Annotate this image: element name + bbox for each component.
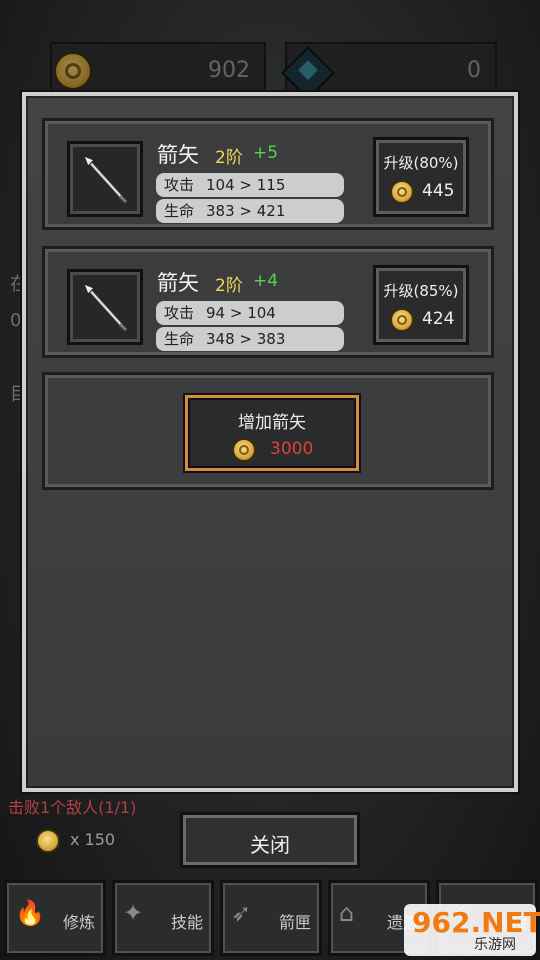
stat-label: 攻击: [164, 304, 195, 322]
reward-coin-icon: [36, 829, 60, 853]
skill-icon: ✦: [123, 899, 144, 927]
nav-quiver[interactable]: ➶ 箭匣: [220, 880, 322, 956]
add-arrow-label: 增加箭矢: [238, 413, 306, 433]
stat-label: 生命: [164, 202, 195, 220]
watermark-subtitle: 乐游网: [474, 937, 516, 953]
item-plus-level: +4: [253, 271, 279, 291]
stat-label: 生命: [164, 330, 195, 348]
site-watermark: 962.NET 乐游网: [404, 904, 540, 956]
stat-value: 104 > 115: [206, 176, 286, 194]
relic-icon: ⌂: [339, 899, 355, 927]
item-name: 箭矢: [157, 271, 199, 295]
arrow-card-2: 箭矢 2阶 +4 攻击 94 > 104 生命 348 > 383 升级(85%) …: [42, 246, 494, 358]
close-label: 关闭: [250, 833, 290, 857]
nav-label: 修炼: [62, 913, 95, 932]
item-tier: 2阶: [215, 148, 243, 168]
close-button[interactable]: 关闭: [180, 812, 360, 868]
add-arrow-button[interactable]: 增加箭矢 3000: [185, 395, 359, 471]
quest-reward: x 150: [70, 830, 116, 849]
attack-stat: 攻击 94 > 104: [156, 301, 344, 325]
coin-icon: [390, 180, 414, 204]
coin-icon: [232, 438, 256, 462]
stat-label: 攻击: [164, 176, 195, 194]
upgrade-label: 升级(85%): [383, 282, 459, 300]
item-tier: 2阶: [215, 276, 243, 296]
upgrade-label: 升级(80%): [383, 154, 459, 172]
item-plus-level: +5: [253, 143, 279, 163]
attack-stat: 攻击 104 > 115: [156, 173, 344, 197]
nav-label: 箭匣: [278, 913, 311, 932]
stat-value: 383 > 421: [206, 202, 286, 220]
nav-cultivate[interactable]: 🔥 修炼: [4, 880, 106, 956]
arrow-item-frame[interactable]: [67, 141, 143, 217]
stat-value: 348 > 383: [206, 330, 286, 348]
quest-text: 击败1个敌人(1/1): [8, 798, 137, 817]
add-arrow-card: 增加箭矢 3000: [42, 372, 494, 490]
add-arrow-cost: 3000: [270, 439, 314, 459]
coin-icon: [390, 308, 414, 332]
upgrade-cost: 445: [422, 181, 455, 201]
arrow-icon: [83, 155, 128, 204]
item-name: 箭矢: [157, 143, 199, 167]
arrow-icon: [83, 283, 128, 332]
upgrade-button[interactable]: 升级(85%) 424: [373, 265, 469, 345]
arrow-card-1: 箭矢 2阶 +5 攻击 104 > 115 生命 383 > 421 升级(80%)…: [42, 118, 494, 230]
arrow-item-frame[interactable]: [67, 269, 143, 345]
campfire-icon: 🔥: [15, 899, 45, 927]
stat-value: 94 > 104: [206, 304, 276, 322]
hp-stat: 生命 383 > 421: [156, 199, 344, 223]
hp-stat: 生命 348 > 383: [156, 327, 344, 351]
nav-skills[interactable]: ✦ 技能: [112, 880, 214, 956]
nav-label: 技能: [170, 913, 203, 932]
upgrade-cost: 424: [422, 309, 455, 329]
upgrade-button[interactable]: 升级(80%) 445: [373, 137, 469, 217]
quiver-icon: ➶: [231, 899, 252, 927]
